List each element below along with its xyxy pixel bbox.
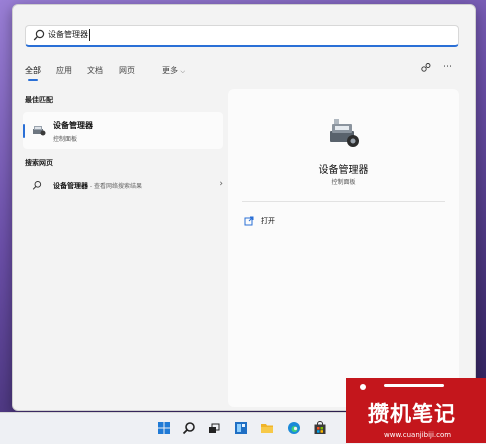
search-box[interactable]: 设备管理器: [25, 25, 459, 47]
open-external-icon[interactable]: [244, 216, 254, 226]
detail-divider: [242, 201, 445, 202]
best-match-heading: 最佳匹配: [25, 96, 53, 104]
chevron-right-icon: ›: [219, 179, 223, 189]
active-tab-indicator: [28, 79, 38, 81]
start-search-panel: 设备管理器 全部 应用 文档 网页 更多 ⌵ ⋯ 最佳匹配 设备管理器 控制面板…: [12, 4, 476, 411]
widgets-icon[interactable]: [234, 421, 248, 435]
task-view-icon[interactable]: [207, 421, 221, 435]
watermark-logo: 攒机笔记 www.cuanjibiji.com: [346, 378, 486, 443]
chevron-down-icon: ⌵: [180, 68, 186, 75]
windows-start-icon[interactable]: [157, 421, 171, 435]
filter-tabs: 全部 应用 文档 网页 更多 ⌵: [25, 65, 459, 85]
detail-app-name: 设备管理器: [318, 165, 369, 176]
search-icon[interactable]: [182, 421, 196, 435]
best-match-item[interactable]: 设备管理器 控制面板: [23, 112, 223, 149]
best-match-subtitle: 控制面板: [53, 136, 78, 143]
watermark-url: www.cuanjibiji.com: [384, 431, 452, 439]
tab-all[interactable]: 全部: [25, 65, 41, 77]
open-action[interactable]: 打开: [261, 216, 275, 226]
web-result-label: 设备管理器 - 查看网络搜索结果: [53, 181, 142, 191]
web-search-result[interactable]: 设备管理器 - 查看网络搜索结果 ›: [23, 179, 223, 197]
detail-app-category: 控制面板: [331, 179, 356, 186]
best-match-title: 设备管理器: [53, 121, 93, 130]
web-search-heading: 搜索网页: [25, 159, 53, 167]
web-result-suffix: - 查看网络搜索结果: [88, 183, 142, 190]
search-input[interactable]: 设备管理器: [48, 29, 90, 41]
device-manager-icon: [33, 126, 46, 136]
search-icon: [32, 181, 42, 190]
watermark-brand: 攒机笔记: [368, 402, 456, 426]
tab-more[interactable]: 更多 ⌵: [162, 65, 185, 78]
search-icon: [33, 29, 45, 41]
watermark-dot: [360, 384, 366, 390]
web-result-title: 设备管理器: [53, 182, 88, 190]
tab-documents[interactable]: 文档: [87, 65, 103, 77]
tab-apps[interactable]: 应用: [56, 65, 72, 77]
device-manager-large-icon: [330, 119, 359, 147]
tab-web[interactable]: 网页: [119, 65, 135, 77]
edge-icon[interactable]: [287, 421, 301, 435]
share-people-icon[interactable]: [420, 62, 432, 74]
watermark-stripe: [384, 384, 444, 387]
selection-indicator: [23, 124, 25, 138]
detail-pane: 设备管理器 控制面板 打开: [228, 89, 459, 407]
file-explorer-icon[interactable]: [260, 421, 274, 435]
more-ellipsis-icon[interactable]: ⋯: [443, 62, 452, 72]
tab-more-label: 更多: [162, 66, 178, 75]
store-icon[interactable]: [313, 421, 327, 435]
